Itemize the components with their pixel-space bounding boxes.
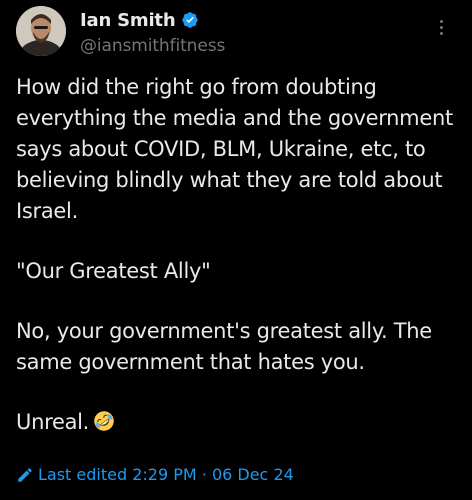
avatar[interactable] (16, 6, 66, 56)
post-paragraph: How did the right go from doubting every… (16, 75, 453, 223)
last-edited-link[interactable]: Last edited 2:29 PM · 06 Dec 24 (16, 465, 294, 484)
post-paragraph: No, your government's greatest ally. The… (16, 319, 432, 374)
post: Ian Smith @iansmithfitness How did the r… (0, 0, 472, 500)
verified-badge-icon[interactable] (181, 11, 199, 29)
last-edited-label: Last edited 2:29 PM · 06 Dec 24 (38, 465, 294, 484)
display-name[interactable]: Ian Smith (80, 10, 176, 31)
name-row: Ian Smith (80, 8, 225, 32)
post-paragraph-last: Unreal. (16, 407, 456, 438)
post-text: How did the right go from doubting every… (16, 72, 456, 438)
post-paragraph-text: Unreal. (16, 410, 90, 434)
author-block: Ian Smith @iansmithfitness (80, 8, 225, 57)
handle[interactable]: @iansmithfitness (80, 36, 225, 56)
avatar-photo (16, 6, 66, 56)
rolling-on-floor-laughing-emoji (94, 411, 114, 431)
more-options-icon[interactable] (440, 20, 444, 38)
post-paragraph: "Our Greatest Ally" (16, 259, 211, 283)
pencil-icon (18, 467, 32, 482)
